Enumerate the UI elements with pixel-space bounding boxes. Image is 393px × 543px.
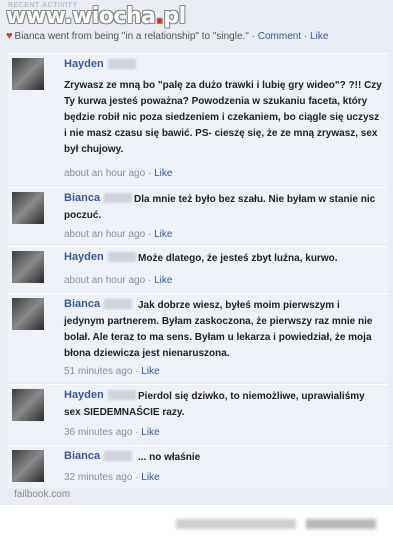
blurred-caption [176, 519, 296, 529]
like-link[interactable]: Like [141, 472, 159, 483]
comment-text: Dla mnie też było bez szału. Nie byłam w… [64, 194, 376, 221]
comment-item: Hayden Pierdol się dziwko, to niemożliwe… [8, 384, 388, 443]
avatar[interactable] [12, 251, 44, 283]
avatar[interactable] [12, 389, 44, 421]
comment-meta: about an hour ago · Like [64, 229, 173, 240]
relationship-story: ♥ Bianca went from being "in a relationsh… [6, 30, 329, 42]
comment-item: Bianca ... no właśnie 32 minutes ago · L… [8, 445, 388, 488]
comment-text: Pierdol się dziwko, to niemożliwe, upraw… [64, 391, 365, 418]
like-link[interactable]: Like [154, 168, 172, 179]
story-like-link[interactable]: Like [310, 31, 328, 42]
avatar[interactable] [12, 450, 44, 482]
post-frame: RECENT ACTIVITY www.wiocha.pl ♥ Bianca we… [0, 0, 393, 505]
comment-meta: 51 minutes ago · Like [64, 366, 160, 377]
comment-item: Bianca Jak dobrze wiesz, byłeś moim pier… [8, 293, 388, 382]
comment-meta: about an hour ago · Like [64, 168, 173, 179]
blurred-caption [306, 519, 376, 529]
comment-item: Bianca Dla mnie też było bez szału. Nie … [8, 187, 388, 244]
comment-text: Jak dobrze wiesz, byłeś moim pierwszym i… [64, 300, 373, 359]
comment-text: Może dlatego, że jesteś zbyt luźna, kurw… [138, 253, 338, 264]
broken-heart-icon: ♥ [6, 30, 13, 42]
like-link[interactable]: Like [141, 427, 159, 438]
avatar[interactable] [12, 298, 44, 330]
like-link[interactable]: Like [154, 229, 172, 240]
like-link[interactable]: Like [141, 366, 159, 377]
story-text: Bianca went from being "in a relationshi… [14, 31, 249, 42]
comment-link[interactable]: Comment [258, 31, 301, 42]
comment-meta: 32 minutes ago · Like [64, 472, 160, 483]
comment-item: Hayden Może dlatego, że jesteś zbyt luźn… [8, 246, 388, 291]
site-watermark: www.wiocha.pl [6, 4, 186, 29]
comment-text: Zrywasz ze mną bo "palę za dużo trawki i… [64, 80, 382, 155]
failbook-credit: failbook.com [14, 489, 71, 500]
avatar[interactable] [12, 58, 44, 90]
comment-meta: about an hour ago · Like [64, 275, 173, 286]
avatar[interactable] [12, 192, 44, 224]
comment-item: Hayden Zrywasz ze mną bo "palę za dużo t… [8, 53, 388, 186]
comment-meta: 36 minutes ago · Like [64, 427, 160, 438]
comment-text: ... no właśnie [138, 452, 201, 463]
like-link[interactable]: Like [154, 275, 172, 286]
comment-author[interactable]: Hayden [64, 58, 136, 70]
